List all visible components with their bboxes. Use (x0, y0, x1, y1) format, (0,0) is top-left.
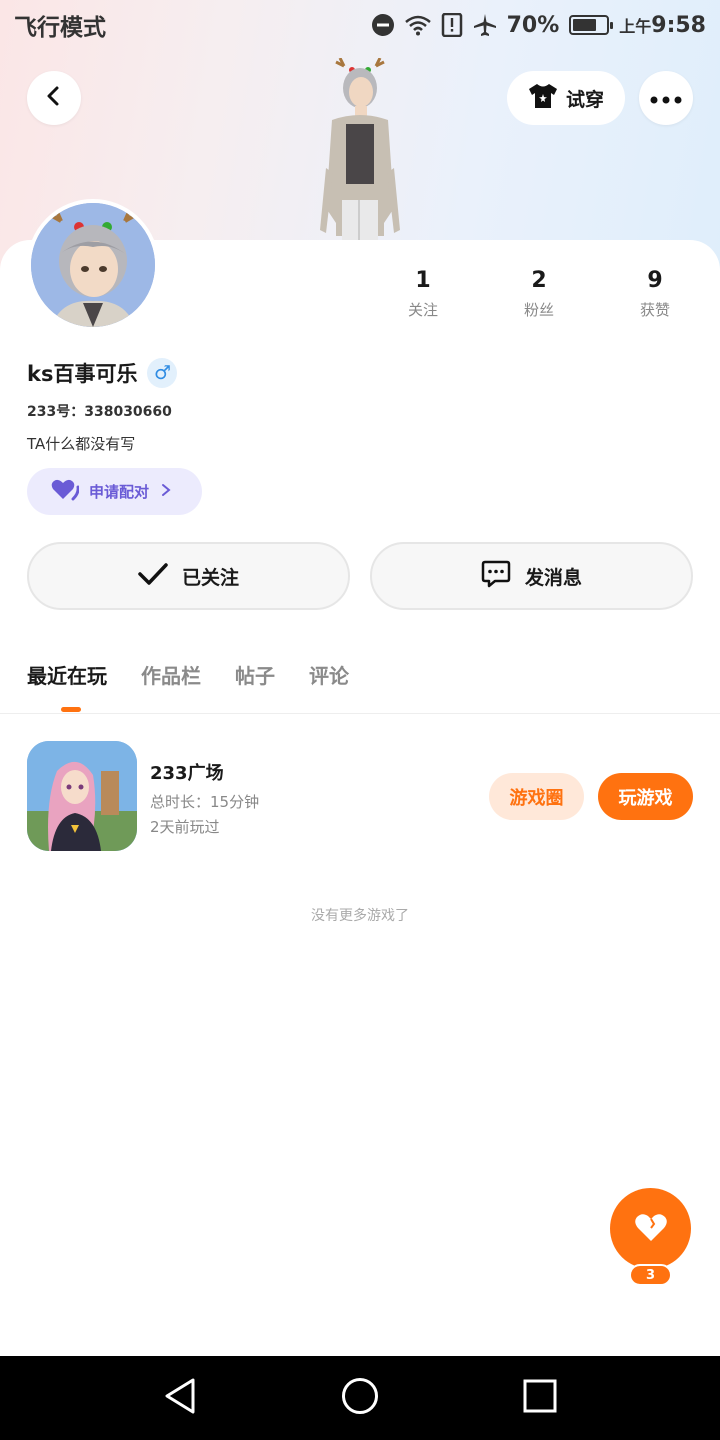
battery-percent: 70% (506, 12, 560, 38)
followed-button[interactable]: 已关注 (27, 542, 350, 610)
like-fab-button[interactable] (610, 1188, 691, 1269)
profile-tabs: 最近在玩 作品栏 帖子 评论 (27, 660, 349, 689)
game-name: 233广场 (150, 763, 224, 784)
stat-followers-label: 粉丝 (523, 301, 554, 319)
game-thumbnail[interactable] (27, 741, 137, 851)
request-pairing-button[interactable]: 申请配对 (27, 468, 202, 515)
user-id: 233号：338030660 (27, 404, 172, 420)
try-on-button[interactable]: 试穿 (507, 71, 625, 125)
male-gender-icon: ♂ (147, 358, 178, 388)
avatar[interactable] (27, 199, 159, 331)
game-play-duration: 总时长：15分钟 (150, 793, 260, 811)
status-bar: 飞行模式 70% 上午9:58 (0, 0, 720, 50)
like-count-badge: 3 (629, 1264, 672, 1286)
followed-label: 已关注 (181, 566, 239, 589)
send-message-label: 发消息 (524, 566, 582, 589)
list-item[interactable]: 233广场 总时长：15分钟 2天前玩过 游戏圈 玩游戏 (27, 741, 693, 851)
avatar-full-body-figure[interactable] (300, 57, 420, 243)
pair-hearts-icon (51, 479, 80, 505)
wifi-icon (404, 14, 431, 36)
game-last-played: 2天前玩过 (150, 818, 220, 836)
play-game-button[interactable]: 玩游戏 (598, 773, 693, 820)
tab-recently-played[interactable]: 最近在玩 (27, 660, 107, 689)
tabs-divider (0, 713, 720, 714)
nav-recents-button[interactable] (518, 1376, 562, 1420)
clock: 9:58 (651, 12, 706, 38)
airplane-icon (473, 13, 497, 37)
time-prefix: 上午 (619, 16, 652, 36)
square-recents-icon (523, 1379, 557, 1417)
active-tab-indicator (61, 707, 81, 712)
more-icon (650, 89, 682, 108)
stat-likes-label: 获赞 (639, 301, 670, 319)
stat-likes[interactable]: 9 获赞 (615, 268, 695, 320)
tab-works[interactable]: 作品栏 (141, 660, 201, 689)
back-icon (43, 85, 65, 111)
system-nav-bar (0, 1356, 720, 1440)
triangle-back-icon (163, 1377, 197, 1419)
game-circle-button[interactable]: 游戏圈 (489, 773, 584, 820)
stat-followers[interactable]: 2 粉丝 (499, 268, 579, 320)
chat-bubble-icon (481, 559, 511, 594)
stat-following-label: 关注 (407, 301, 438, 319)
user-bio: TA什么都没有写 (27, 435, 136, 453)
nav-home-button[interactable] (338, 1376, 382, 1420)
stat-likes-value: 9 (647, 268, 663, 293)
no-more-games-text: 没有更多游戏了 (311, 908, 409, 924)
send-message-button[interactable]: 发消息 (370, 542, 693, 610)
shirt-icon (528, 83, 558, 114)
stat-followers-value: 2 (531, 268, 547, 293)
more-button[interactable] (639, 71, 693, 125)
alert-icon (441, 13, 463, 37)
try-on-label: 试穿 (565, 88, 604, 111)
battery-fill (573, 19, 596, 31)
airplane-mode-label: 飞行模式 (14, 15, 106, 41)
circle-home-icon (341, 1377, 379, 1419)
battery-icon (569, 15, 614, 35)
back-button[interactable] (27, 71, 81, 125)
username-row: ks百事可乐 ♂ (27, 358, 178, 388)
chevron-right-icon (159, 483, 173, 501)
nav-back-button[interactable] (158, 1376, 202, 1420)
tab-posts[interactable]: 帖子 (235, 660, 275, 689)
username: ks百事可乐 (27, 362, 138, 386)
stat-following[interactable]: 1 关注 (383, 268, 463, 320)
checkmark-icon (138, 562, 168, 591)
dnd-icon (371, 13, 395, 37)
heart-icon (634, 1212, 668, 1246)
pair-label: 申请配对 (89, 483, 150, 501)
tab-comments[interactable]: 评论 (309, 660, 349, 689)
stat-following-value: 1 (415, 268, 431, 293)
